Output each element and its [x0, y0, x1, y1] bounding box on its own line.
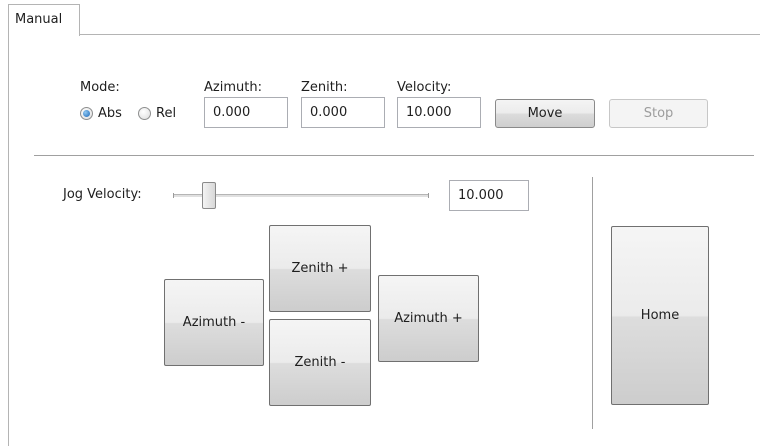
tab-manual[interactable]: Manual — [8, 4, 80, 36]
zenith-minus-button[interactable]: Zenith - — [269, 319, 371, 406]
radio-selected-icon — [80, 107, 93, 120]
slider-thumb[interactable] — [202, 182, 217, 209]
azimuth-input[interactable] — [204, 97, 288, 128]
azimuth-plus-button[interactable]: Azimuth + — [378, 275, 479, 362]
velocity-input[interactable] — [397, 97, 481, 128]
zenith-plus-button[interactable]: Zenith + — [269, 225, 371, 312]
section-divider — [34, 155, 754, 156]
stop-button[interactable]: Stop — [609, 99, 708, 128]
mode-label: Mode: — [80, 80, 120, 95]
panel-left-border — [8, 34, 9, 446]
velocity-label: Velocity: — [397, 80, 452, 95]
slider-tick-end — [428, 193, 429, 198]
mode-abs-label: Abs — [98, 106, 122, 121]
tab-strip-line — [79, 34, 760, 35]
radio-unselected-icon — [138, 107, 151, 120]
mode-rel-label: Rel — [156, 106, 177, 121]
vertical-divider — [592, 177, 593, 429]
move-button[interactable]: Move — [495, 99, 595, 128]
zenith-label: Zenith: — [301, 80, 348, 95]
jog-velocity-input[interactable] — [449, 180, 529, 211]
azimuth-minus-button[interactable]: Azimuth - — [164, 279, 264, 366]
home-button[interactable]: Home — [611, 226, 709, 405]
slider-tick-start — [173, 193, 174, 198]
mode-rel-radio[interactable]: Rel — [138, 106, 176, 121]
mode-abs-radio[interactable]: Abs — [80, 106, 122, 121]
jog-velocity-label: Jog Velocity: — [63, 187, 142, 202]
zenith-input[interactable] — [301, 97, 385, 128]
tab-manual-label: Manual — [15, 12, 63, 27]
azimuth-label: Azimuth: — [204, 80, 262, 95]
